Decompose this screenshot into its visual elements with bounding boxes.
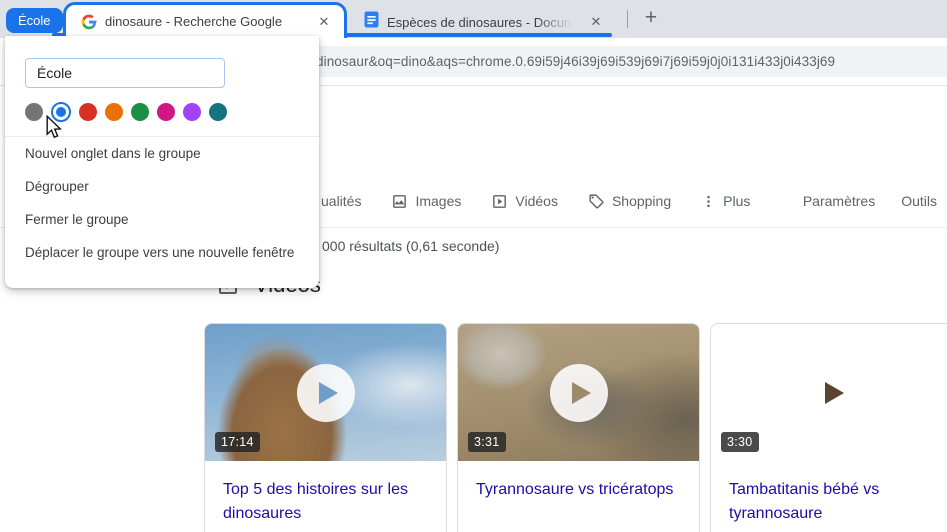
- results-stats: 000 résultats (0,61 seconde): [322, 238, 499, 254]
- video-duration-badge: 3:30: [721, 432, 759, 452]
- nav-label: ualités: [321, 193, 361, 209]
- video-duration-badge: 17:14: [215, 432, 260, 452]
- color-swatch-purple[interactable]: [183, 103, 201, 121]
- tab-strip: dinosaure - Recherche Google ✕ Espèces d…: [0, 0, 947, 38]
- nav-parametres[interactable]: Paramètres: [803, 193, 875, 209]
- google-docs-icon: [364, 11, 379, 33]
- video-thumbnail[interactable]: 3:30: [711, 324, 947, 461]
- image-icon: [391, 193, 408, 210]
- video-title-link[interactable]: Top 5 des histoires sur les dinosaures: [205, 461, 446, 526]
- tab-group-chip[interactable]: École: [6, 8, 63, 33]
- mouse-cursor-icon: [44, 115, 63, 144]
- play-button-icon[interactable]: [297, 364, 355, 422]
- video-title-link[interactable]: Tyrannosaure vs tricératops: [458, 461, 699, 502]
- video-thumbnail[interactable]: 17:14: [205, 324, 446, 461]
- nav-images[interactable]: Images: [391, 193, 461, 210]
- omnibox[interactable]: =dinosaur&oq=dino&aqs=chrome.0.69i59j46i…: [298, 46, 947, 77]
- nav-outils[interactable]: Outils: [901, 193, 937, 209]
- color-swatch-pink[interactable]: [157, 103, 175, 121]
- group-color-picker: [25, 101, 319, 123]
- play-button-icon[interactable]: [550, 364, 608, 422]
- nav-shopping[interactable]: Shopping: [588, 193, 671, 210]
- color-swatch-cyan[interactable]: [209, 103, 227, 121]
- url-text: =dinosaur&oq=dino&aqs=chrome.0.69i59j46i…: [308, 54, 835, 69]
- menu-item-move-group[interactable]: Déplacer le groupe vers une nouvelle fen…: [5, 236, 319, 269]
- tab-title: Espèces de dinosaures - Docume: [387, 15, 578, 30]
- close-tab-icon[interactable]: ✕: [586, 12, 606, 32]
- nav-plus[interactable]: Plus: [701, 193, 750, 209]
- group-name-input[interactable]: [25, 58, 225, 88]
- video-icon: [491, 193, 508, 210]
- video-thumbnail[interactable]: 3:31: [458, 324, 699, 461]
- browser-window: dinosaure - Recherche Google ✕ Espèces d…: [0, 0, 947, 532]
- nav-right-group: Paramètres Outils: [803, 193, 937, 209]
- nav-label: Shopping: [612, 193, 671, 209]
- google-favicon-icon: [81, 14, 97, 30]
- nav-actualites[interactable]: ualités: [321, 193, 361, 209]
- tab-dinosaure-search[interactable]: dinosaure - Recherche Google ✕: [63, 2, 347, 38]
- tab-title: dinosaure - Recherche Google: [105, 14, 306, 29]
- more-vertical-icon: [701, 194, 716, 209]
- nav-label: Vidéos: [515, 193, 558, 209]
- menu-item-ungroup[interactable]: Dégrouper: [5, 170, 319, 203]
- nav-videos[interactable]: Vidéos: [491, 193, 558, 210]
- video-results: 17:14 Top 5 des histoires sur les dinosa…: [204, 323, 947, 532]
- video-duration-badge: 3:31: [468, 432, 506, 452]
- video-card[interactable]: 3:31 Tyrannosaure vs tricératops: [457, 323, 700, 532]
- tag-icon: [588, 193, 605, 210]
- color-swatch-green[interactable]: [131, 103, 149, 121]
- color-swatch-red[interactable]: [79, 103, 97, 121]
- tab-group-menu: Nouvel onglet dans le groupe Dégrouper F…: [5, 36, 319, 288]
- play-button-icon[interactable]: [803, 364, 861, 422]
- menu-item-close-group[interactable]: Fermer le groupe: [5, 203, 319, 236]
- color-swatch-grey[interactable]: [25, 103, 43, 121]
- close-tab-icon[interactable]: ✕: [314, 12, 334, 32]
- video-title-link[interactable]: Tambatitanis bébé vs tyrannosaure: [711, 461, 947, 526]
- nav-label: Images: [415, 193, 461, 209]
- video-card[interactable]: 3:30 Tambatitanis bébé vs tyrannosaure: [710, 323, 947, 532]
- nav-label: Plus: [723, 193, 750, 209]
- search-nav-row: ualités Images Vidéos: [321, 181, 939, 221]
- color-swatch-orange[interactable]: [105, 103, 123, 121]
- tab-separator: [627, 10, 628, 28]
- video-card[interactable]: 17:14 Top 5 des histoires sur les dinosa…: [204, 323, 447, 532]
- new-tab-button[interactable]: +: [637, 5, 665, 33]
